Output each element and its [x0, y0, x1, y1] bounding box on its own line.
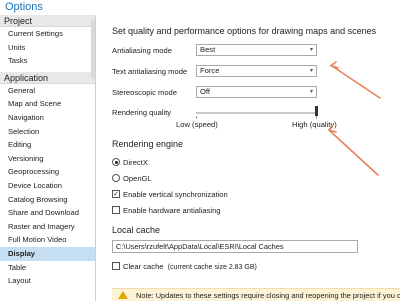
annotation-arrowhead-lower	[327, 125, 337, 133]
annotation-arrow-upper	[331, 65, 381, 99]
annotation-arrows	[327, 61, 381, 176]
annotation-arrow-lower	[329, 130, 379, 176]
annotation-arrowhead-upper	[329, 61, 339, 69]
